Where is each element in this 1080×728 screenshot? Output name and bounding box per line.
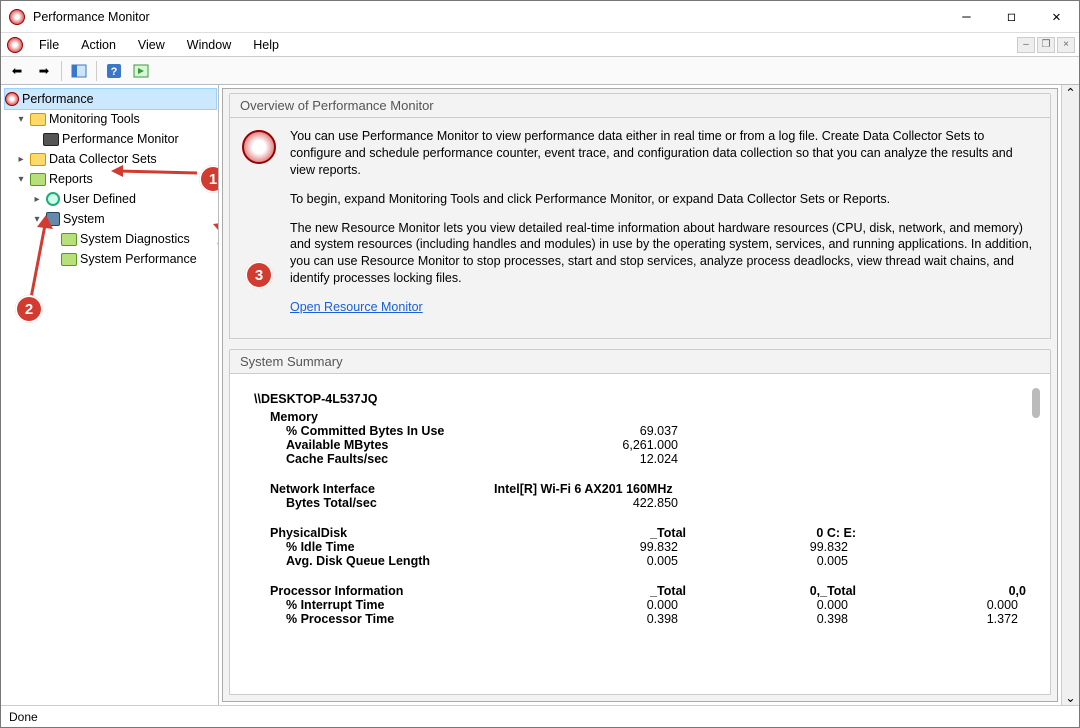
metric-committed-bytes: % Committed Bytes In Use 69.037 [254,424,1026,438]
label: Performance Monitor [62,132,179,146]
toolbar: ? [1,57,1079,85]
tree-node-performance-monitor[interactable]: Performance Monitor [5,129,216,149]
menu-file[interactable]: File [29,36,69,54]
app-icon [9,9,25,25]
separator [96,61,97,81]
label: Reports [49,172,93,186]
status-text: Done [9,710,38,724]
show-hide-tree-button[interactable] [67,60,91,82]
overview-p1: You can use Performance Monitor to view … [290,128,1038,179]
expand-icon[interactable] [31,214,43,225]
category-processor: Processor Information _Total 0,_Total 0,… [254,584,1026,598]
open-resource-monitor-link[interactable]: Open Resource Monitor [290,300,423,314]
folder-icon [61,253,77,266]
tree-node-reports[interactable]: Reports [5,169,216,189]
menu-window[interactable]: Window [177,36,241,54]
close-button[interactable]: ✕ [1034,2,1079,32]
content-pane: 3 Overview of Performance Monitor You ca… [222,88,1058,702]
tree-node-user-defined[interactable]: User Defined [5,189,216,209]
category-physicaldisk: PhysicalDisk _Total 0 C: E: [254,526,1026,540]
computer-icon [46,212,60,226]
folder-icon [30,173,46,186]
label: Data Collector Sets [49,152,157,166]
menu-action[interactable]: Action [71,36,126,54]
annotation-badge-2: 2 [15,295,43,323]
folder-icon [61,233,77,246]
summary-body[interactable]: \\DESKTOP-4L537JQ Memory % Committed Byt… [229,374,1051,695]
metric-idle-time: % Idle Time 99.832 99.832 [254,540,1026,554]
mdi-close-button[interactable]: × [1057,37,1075,53]
chart-icon [43,133,59,146]
metric-processor-time: % Processor Time 0.398 0.398 1.372 [254,612,1026,626]
summary-heading: System Summary [229,349,1051,374]
minimize-button[interactable]: — [944,2,989,32]
vertical-scrollbar[interactable] [1061,85,1079,705]
tree-node-data-collector-sets[interactable]: Data Collector Sets [5,149,216,169]
tree-node-performance[interactable]: Performance [5,89,216,109]
tree-node-system-diagnostics[interactable]: System Diagnostics [5,229,216,249]
navigation-tree[interactable]: Performance Monitoring Tools Performance… [1,85,219,705]
folder-icon [30,153,46,166]
label: System [63,212,105,226]
expand-icon[interactable] [15,174,27,185]
window-title: Performance Monitor [33,10,944,24]
expand-icon[interactable] [15,114,27,125]
scroll-up-icon[interactable] [1065,85,1075,100]
metric-interrupt-time: % Interrupt Time 0.000 0.000 0.000 [254,598,1026,612]
category-memory: Memory [254,410,1026,424]
expand-icon[interactable] [15,154,27,165]
properties-button[interactable] [129,60,153,82]
overview-text: You can use Performance Monitor to view … [290,128,1038,328]
workspace: Performance Monitoring Tools Performance… [1,85,1079,705]
expand-icon[interactable] [31,194,43,205]
label: Monitoring Tools [49,112,140,126]
separator [61,61,62,81]
tree-node-system-performance[interactable]: System Performance [5,249,216,269]
menu-view[interactable]: View [128,36,175,54]
metric-bytes-total: Bytes Total/sec 422.850 [254,496,1026,510]
system-summary-panel: System Summary \\DESKTOP-4L537JQ Memory … [223,345,1057,701]
mdi-restore-button[interactable]: ❐ [1037,37,1055,53]
mdi-minimize-button[interactable]: – [1017,37,1035,53]
overview-panel: Overview of Performance Monitor You can … [223,89,1057,345]
overview-heading: Overview of Performance Monitor [229,93,1051,118]
overview-p2: To begin, expand Monitoring Tools and cl… [290,191,1038,208]
performance-icon [5,92,19,106]
svg-text:?: ? [111,66,118,78]
inner-scrollbar[interactable] [1032,388,1040,418]
category-network: Network Interface Intel[R] Wi-Fi 6 AX201… [254,482,1026,496]
metric-queue-length: Avg. Disk Queue Length 0.005 0.005 [254,554,1026,568]
tree-node-system[interactable]: System [5,209,216,229]
metric-available-mbytes: Available MBytes 6,261.000 [254,438,1026,452]
title-bar: Performance Monitor — ◻ ✕ [1,1,1079,33]
folder-icon [30,113,46,126]
scroll-down-icon[interactable] [1065,690,1075,705]
menu-bar: File Action View Window Help – ❐ × [1,33,1079,57]
maximize-button[interactable]: ◻ [989,2,1034,32]
status-bar: Done [1,705,1079,727]
gear-icon [46,192,60,206]
forward-button[interactable] [32,60,56,82]
metric-cache-faults: Cache Faults/sec 12.024 [254,452,1026,466]
host-name: \\DESKTOP-4L537JQ [254,392,1026,406]
label: System Performance [80,252,197,266]
label: Performance [22,92,94,106]
label: System Diagnostics [80,232,190,246]
label: User Defined [63,192,136,206]
menu-help[interactable]: Help [243,36,289,54]
perfmon-large-icon [242,130,276,164]
help-button[interactable]: ? [102,60,126,82]
back-button[interactable] [5,60,29,82]
overview-p3: The new Resource Monitor lets you view d… [290,220,1038,288]
app-icon-small [7,37,23,53]
tree-node-monitoring-tools[interactable]: Monitoring Tools [5,109,216,129]
